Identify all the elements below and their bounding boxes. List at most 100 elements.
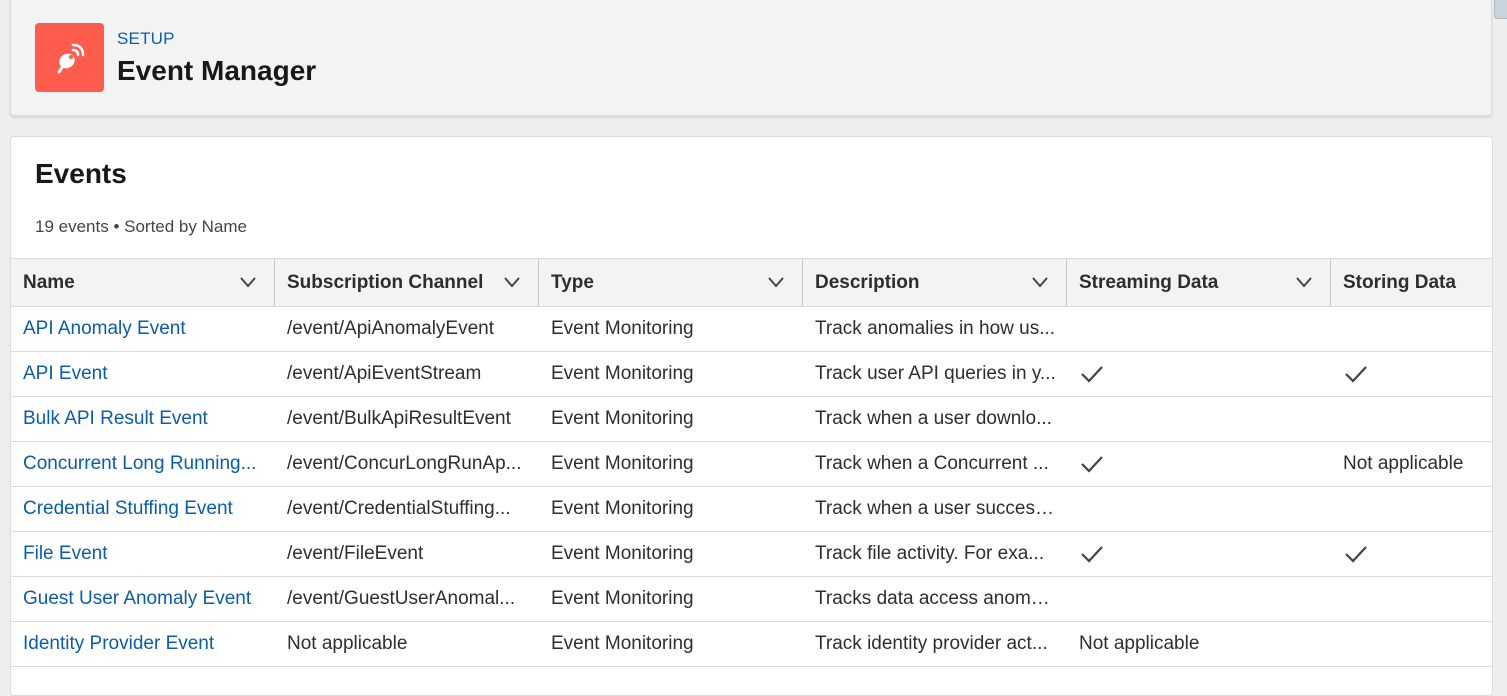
cell-channel-text: /event/BulkApiResultEvent <box>287 408 511 429</box>
table-header: Name Subscription Channel Type Descripti… <box>11 258 1492 307</box>
cell-channel: /event/FileEvent <box>275 532 539 576</box>
column-header-name[interactable]: Name <box>11 259 275 306</box>
event-name-link[interactable]: Credential Stuffing Event <box>23 498 233 520</box>
event-name-link[interactable]: Guest User Anomaly Event <box>23 588 251 610</box>
cell-description-text: Track file activity. For exa... <box>815 543 1045 564</box>
cell-description: Track anomalies in how us... <box>803 307 1067 351</box>
table-row[interactable]: API Event/event/ApiEventStream Event Moni… <box>11 352 1492 397</box>
cell-channel: Not applicable <box>275 622 539 666</box>
cell-channel: /event/GuestUserAnomal... <box>275 577 539 621</box>
cell-description: Track when a user downlo... <box>803 397 1067 441</box>
cell-type: Event Monitoring <box>539 532 803 576</box>
cell-channel-text: /event/ConcurLongRunAp... <box>287 453 522 474</box>
column-label: Name <box>23 271 75 293</box>
column-label: Subscription Channel <box>287 271 484 293</box>
cell-channel-text: /event/ApiEventStream <box>287 363 482 384</box>
table-row[interactable]: Guest User Anomaly Event/event/GuestUser… <box>11 577 1492 622</box>
chevron-down-icon[interactable] <box>768 276 784 288</box>
cell-type-text: Event Monitoring <box>551 588 694 609</box>
cell-type-text: Event Monitoring <box>551 633 694 654</box>
column-header-storing-data[interactable]: Storing Data <box>1331 259 1492 306</box>
events-list-card: Events 19 events • Sorted by Name Name S… <box>10 136 1493 696</box>
cell-storing <box>1331 577 1492 621</box>
cell-name[interactable]: Bulk API Result Event <box>11 397 275 441</box>
table-row[interactable]: File Event/event/FileEvent Event Monitori… <box>11 532 1492 577</box>
cell-storing-text: Not applicable <box>1343 453 1464 474</box>
event-name-link[interactable]: Identity Provider Event <box>23 633 214 655</box>
cell-channel-text: /event/CredentialStuffing... <box>287 498 511 519</box>
cell-description-text: Track anomalies in how us... <box>815 318 1056 339</box>
column-header-description[interactable]: Description <box>803 259 1067 306</box>
cell-channel: /event/ConcurLongRunAp... <box>275 442 539 486</box>
chevron-down-icon[interactable] <box>1032 276 1048 288</box>
cell-channel: /event/CredentialStuffing... <box>275 487 539 531</box>
cell-type: Event Monitoring <box>539 352 803 396</box>
cell-name[interactable]: File Event <box>11 532 275 576</box>
cell-streaming <box>1067 577 1331 621</box>
column-header-type[interactable]: Type <box>539 259 803 306</box>
cell-description: Track user API queries in y... <box>803 352 1067 396</box>
cell-type-text: Event Monitoring <box>551 363 694 384</box>
cell-storing: Not applicable <box>1331 442 1492 486</box>
checkmark-icon <box>1081 366 1103 383</box>
cell-type: Event Monitoring <box>539 577 803 621</box>
cell-type: Event Monitoring <box>539 397 803 441</box>
column-label: Type <box>551 271 594 293</box>
cell-storing <box>1331 487 1492 531</box>
cell-description: Track identity provider act... <box>803 622 1067 666</box>
cell-storing <box>1331 307 1492 351</box>
column-label: Streaming Data <box>1079 271 1219 293</box>
cell-streaming <box>1067 442 1331 486</box>
checkmark-icon <box>1081 456 1103 473</box>
chevron-down-icon[interactable] <box>504 276 520 288</box>
event-name-link[interactable]: API Event <box>23 363 108 385</box>
table-row[interactable]: Bulk API Result Event/event/BulkApiResul… <box>11 397 1492 442</box>
cell-channel: /event/ApiAnomalyEvent <box>275 307 539 351</box>
cell-description-text: Track user API queries in y... <box>815 363 1056 384</box>
cell-channel-text: /event/GuestUserAnomal... <box>287 588 516 609</box>
cell-description-text: Track when a user success... <box>815 498 1059 519</box>
cell-storing <box>1331 397 1492 441</box>
cell-name[interactable]: API Event <box>11 352 275 396</box>
satellite-dish-icon <box>35 23 104 92</box>
table-row[interactable]: Identity Provider Event Not applicable Eve… <box>11 622 1492 667</box>
cell-description-text: Tracks data access anomal... <box>815 588 1059 609</box>
cell-name[interactable]: Guest User Anomaly Event <box>11 577 275 621</box>
cell-streaming <box>1067 532 1331 576</box>
column-header-subscription-channel[interactable]: Subscription Channel <box>275 259 539 306</box>
cell-name[interactable]: API Anomaly Event <box>11 307 275 351</box>
table-row[interactable]: Concurrent Long Running... /event/ConcurL… <box>11 442 1492 487</box>
cell-channel-text: /event/FileEvent <box>287 543 424 564</box>
cell-streaming <box>1067 307 1331 351</box>
event-name-link[interactable]: Bulk API Result Event <box>23 408 208 430</box>
utility-tab[interactable] <box>1494 0 1507 19</box>
cell-type-text: Event Monitoring <box>551 408 694 429</box>
checkmark-icon <box>1081 546 1103 563</box>
page-title: Event Manager <box>117 55 317 86</box>
cell-name[interactable]: Identity Provider Event <box>11 622 275 666</box>
column-header-streaming-data[interactable]: Streaming Data <box>1067 259 1331 306</box>
events-table: Name Subscription Channel Type Descripti… <box>11 258 1492 667</box>
cell-description: Track when a Concurrent ... <box>803 442 1067 486</box>
cell-channel-text: /event/ApiAnomalyEvent <box>287 318 495 339</box>
chevron-down-icon[interactable] <box>240 276 256 288</box>
event-name-link[interactable]: Concurrent Long Running... <box>23 453 256 475</box>
table-row[interactable]: Credential Stuffing Event/event/Credenti… <box>11 487 1492 532</box>
cell-streaming: Not applicable <box>1067 622 1331 666</box>
chevron-down-icon[interactable] <box>1296 276 1312 288</box>
cell-name[interactable]: Concurrent Long Running... <box>11 442 275 486</box>
cell-storing <box>1331 532 1492 576</box>
table-row[interactable]: API Anomaly Event/event/ApiAnomalyEvent E… <box>11 307 1492 352</box>
breadcrumb-setup[interactable]: SETUP <box>117 29 175 49</box>
table-body: API Anomaly Event/event/ApiAnomalyEvent E… <box>11 307 1492 667</box>
page-header: SETUP Event Manager <box>10 0 1492 116</box>
cell-type: Event Monitoring <box>539 442 803 486</box>
event-name-link[interactable]: File Event <box>23 543 107 565</box>
list-title: Events <box>35 158 127 189</box>
cell-type: Event Monitoring <box>539 622 803 666</box>
cell-description: Tracks data access anomal... <box>803 577 1067 621</box>
event-name-link[interactable]: API Anomaly Event <box>23 318 186 340</box>
cell-name[interactable]: Credential Stuffing Event <box>11 487 275 531</box>
cell-description: Track when a user success... <box>803 487 1067 531</box>
cell-storing <box>1331 352 1492 396</box>
